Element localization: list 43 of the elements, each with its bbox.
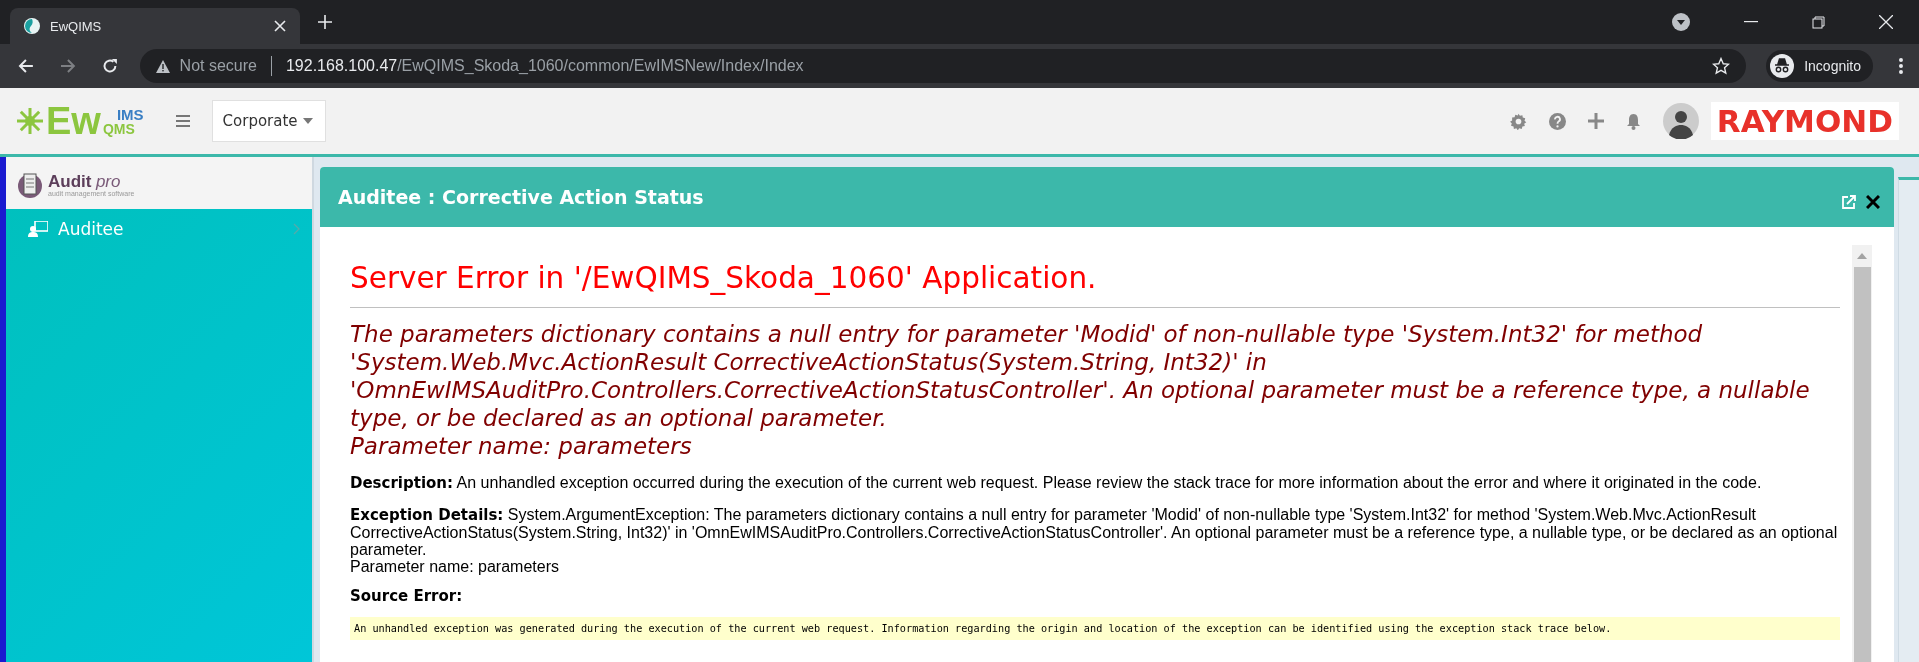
dropdown-icon[interactable] (1672, 13, 1690, 31)
address-bar[interactable]: Not secure 192.168.100.47/EwQIMS_Skoda_1060/common/EwIMSNew/Index/Index (139, 49, 1747, 83)
tab-title: EwQIMS (50, 18, 103, 34)
incognito-button[interactable]: Incognito (1766, 50, 1873, 82)
exception-details: Exception Details: System.ArgumentException: The parameters dictionary contains a null entry for parameter 'Modid' of non-nullable type 'System.Int32' for method 'System.Web.Mvc.ActionResult CorrectiveActionStatus(System.String, Int32)' in 'OmnEwIMSAuditPro.Controllers.CorrectiveActionStatusController'. An optional parameter must be a reference type, a nullable type, or be declared as an optional parameter. Parameter name: parameters (350, 506, 1839, 575)
chevron-icon (293, 223, 300, 235)
error-message: The parameters dictionary contains a null entry for parameter 'Modid' of non-nullable type 'System.Int32' for method 'System.Web.Mvc.ActionResult CorrectiveActionStatus(System.String, Int32)' in 'OmnEwIMSAuditPro.Controllers.CorrectiveActionStatusController'. An optional parameter must be a reference type, a nullable type, or be declared as an optional parameter. Parameter name: parameters (350, 320, 1811, 460)
error-description: Description: An unhandled exception occurred during the execution of the current web request. Please review the stack trace for more information about the error and where it originated in the code. (350, 474, 1763, 492)
help-icon[interactable] (1548, 112, 1566, 130)
menu-icon[interactable] (1899, 58, 1903, 74)
close-icon[interactable] (1866, 195, 1880, 209)
url-text: 192.168.100.47/EwQIMS_Skoda_1060/common/EwIMSNew/Index/Index (285, 57, 804, 75)
browser-tab[interactable]: EwQIMS (10, 8, 300, 44)
section-heading: Source Error: (350, 587, 464, 605)
company-select[interactable]: Corporate (211, 100, 326, 142)
scrollbar[interactable] (1852, 245, 1872, 662)
forward-icon[interactable] (59, 58, 76, 74)
logo-text: Ew (46, 102, 101, 140)
reload-icon[interactable] (101, 58, 118, 74)
security-label: Not secure (179, 57, 257, 75)
brand-logo: RAYMOND (1710, 101, 1899, 141)
minimize-icon[interactable] (1744, 21, 1758, 23)
caret-icon (302, 118, 313, 124)
avatar-icon[interactable] (1662, 103, 1699, 139)
back-icon[interactable] (18, 58, 34, 74)
warning-icon (155, 59, 170, 73)
incognito-icon (1770, 54, 1795, 78)
source-error-text: An unhandled exception was generated during the execution of the current web request. Information regarding the origin and location of the exception can be identified using the exception stack trace below. (350, 617, 1840, 640)
star-icon[interactable] (1712, 57, 1731, 75)
add-icon[interactable] (1587, 113, 1604, 129)
bell-icon[interactable] (1625, 112, 1641, 130)
panel-title: Auditee : Corrective Action Status (338, 186, 705, 208)
new-tab-icon[interactable] (318, 15, 332, 29)
presenter-icon (28, 221, 48, 237)
starburst-icon (16, 107, 44, 135)
restore-icon[interactable] (1812, 15, 1825, 29)
settings-icon[interactable] (1509, 112, 1527, 130)
logo-text: Audit (48, 172, 92, 191)
logo-text: IMS (116, 106, 144, 122)
logo-text: pro (95, 172, 121, 191)
logo-text: QMS (102, 121, 136, 136)
error-title: Server Error in '/EwQIMS_Skoda_1060' Application. (350, 261, 1098, 295)
globe-icon (24, 18, 40, 34)
